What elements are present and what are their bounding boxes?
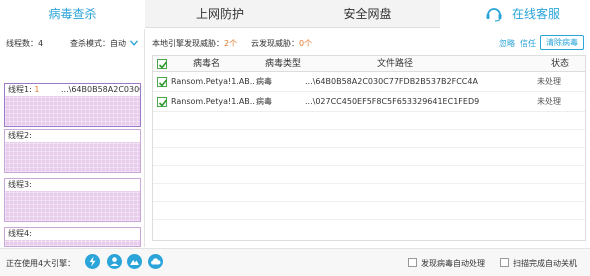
footer-bar: 正在使用4大引擎： 发现病毒自动处理 扫描完成自动关机: [0, 248, 590, 276]
tab-web-protection[interactable]: 上网防护: [145, 0, 295, 28]
local-threat-count: 2个: [224, 39, 238, 48]
local-threat-label: 本地引擎发现威胁：: [152, 39, 224, 48]
auto-shutdown-label: 扫描完成自动关机: [513, 259, 577, 268]
thread-label: 线程4:: [8, 229, 32, 238]
table-row[interactable]: Ransom.Petya!1.AB... 病毒 ...\64B0B58A2C03…: [153, 72, 585, 92]
status: 未处理: [537, 77, 561, 86]
auto-shutdown-checkbox[interactable]: 扫描完成自动关机: [500, 258, 577, 269]
thread-box-2: 线程2:: [4, 129, 141, 173]
thread-panel: 线程数：4 查杀模式：自动 线程1: 1 ...\64B0B58A2C030C …: [0, 29, 145, 247]
online-support-label[interactable]: 在线客服: [512, 0, 560, 28]
checkbox-box[interactable]: [500, 258, 509, 267]
threat-table: 病毒名 病毒类型 文件路径 状态 Ransom.Petya!1.AB... 病毒…: [152, 55, 586, 241]
empty-row: [153, 130, 585, 148]
thread-label: 线程2:: [8, 131, 32, 140]
tab-secure-drive[interactable]: 安全网盘: [295, 0, 440, 28]
chevron-down-icon[interactable]: [129, 39, 139, 46]
empty-row: [153, 112, 585, 130]
top-nav: 病毒查杀 上网防护 安全网盘 在线客服: [0, 0, 590, 29]
scan-mode-select[interactable]: 查杀模式：自动: [70, 38, 126, 49]
thread-header: 线程4:: [5, 228, 140, 240]
auto-handle-checkbox[interactable]: 发现病毒自动处理: [408, 258, 485, 269]
row-checkbox[interactable]: [157, 77, 168, 87]
thread-current-path: ...\64B0B58A2C030C: [61, 85, 140, 94]
checkbox-box[interactable]: [408, 258, 417, 267]
thread-box-4: 线程4:: [4, 227, 141, 247]
table-row[interactable]: Ransom.Petya!1.AB... 病毒 ...\027CC450EF5F…: [153, 92, 585, 112]
row-checkbox[interactable]: [157, 97, 168, 107]
ignore-link[interactable]: 忽略: [499, 38, 515, 49]
status: 未处理: [537, 97, 561, 106]
thread-label: 线程1:: [8, 85, 32, 94]
headset-icon[interactable]: [485, 6, 503, 22]
thread-box-3: 线程3:: [4, 178, 141, 222]
user-engine-icon: [107, 254, 122, 269]
mountain-engine-icon: [127, 254, 142, 269]
file-path: ...\027CC450EF5F8C5F653329641EC1FED9: [305, 97, 480, 106]
cloud-threat-stat: 云发现威胁：0个: [251, 38, 312, 49]
virus-name: Ransom.Petya!1.AB...: [171, 97, 255, 106]
tab-virus-scan[interactable]: 病毒查杀: [0, 0, 145, 29]
empty-row: [153, 166, 585, 184]
col-virus-type[interactable]: 病毒类型: [265, 56, 301, 72]
thread-file-count: 1: [34, 85, 40, 94]
thread-header: 线程3:: [5, 179, 140, 191]
cloud-threat-count: 0个: [299, 39, 313, 48]
threat-panel: 本地引擎发现威胁：2个 云发现威胁：0个 忽略 信任 清除病毒 病毒名 病毒类型…: [148, 29, 590, 247]
engines-label: 正在使用4大引擎：: [6, 259, 76, 268]
thread-header: 线程2:: [5, 130, 140, 142]
table-header: 病毒名 病毒类型 文件路径 状态: [153, 56, 585, 72]
thread-count: 线程数：4: [6, 39, 44, 48]
cloud-threat-label: 云发现威胁：: [251, 39, 299, 48]
select-all-checkbox[interactable]: [157, 59, 168, 69]
virus-name: Ransom.Petya!1.AB...: [171, 77, 255, 86]
clear-virus-button[interactable]: 清除病毒: [540, 35, 584, 50]
col-virus-name[interactable]: 病毒名: [193, 56, 220, 72]
file-path: ...\64B0B58A2C030C77FDB2B537B2FCC4A: [305, 77, 478, 86]
virus-type: 病毒: [256, 97, 272, 106]
empty-row: [153, 202, 585, 220]
thread-label: 线程3:: [8, 180, 32, 189]
empty-row: [153, 148, 585, 166]
cloud-engine-icon: [148, 254, 163, 269]
auto-handle-label: 发现病毒自动处理: [421, 259, 485, 268]
trust-link[interactable]: 信任: [520, 38, 536, 49]
col-file-path[interactable]: 文件路径: [377, 56, 413, 72]
lightning-engine-icon: [85, 254, 100, 269]
empty-row: [153, 184, 585, 202]
virus-type: 病毒: [256, 77, 272, 86]
thread-box-1: 线程1: 1 ...\64B0B58A2C030C: [4, 83, 141, 127]
col-status[interactable]: 状态: [551, 56, 569, 72]
thread-header: 线程1: 1 ...\64B0B58A2C030C: [5, 84, 140, 96]
local-threat-stat: 本地引擎发现威胁：2个: [152, 38, 237, 49]
